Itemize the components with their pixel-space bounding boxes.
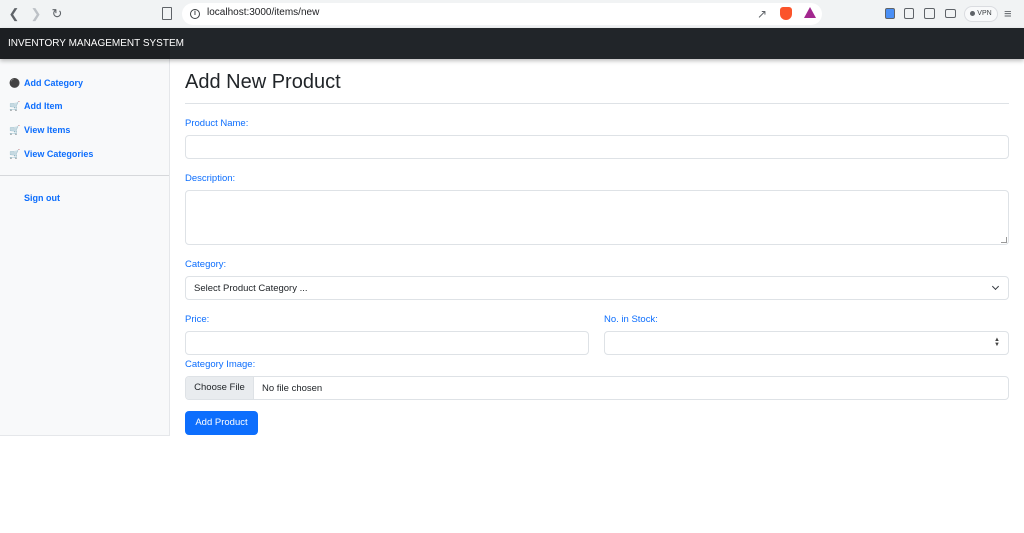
file-status-text: No file chosen — [262, 383, 323, 394]
cart-icon: 🛒 — [9, 101, 21, 111]
category-label: Category: — [185, 259, 227, 270]
description-label: Description: — [185, 173, 236, 184]
sidebar-item-view-categories[interactable]: 🛒 View Categories — [9, 147, 93, 161]
back-icon[interactable]: ❮ — [6, 6, 22, 22]
brand-area[interactable]: INVENTORY MANAGEMENT SYSTEM — [0, 28, 184, 59]
brave-shields-icon[interactable] — [780, 7, 792, 20]
vpn-status-icon — [970, 10, 976, 16]
forward-icon[interactable]: ❯ — [28, 6, 44, 22]
stock-label: No. in Stock: — [604, 314, 658, 325]
sidebar: ⚫ Add Category 🛒 Add Item 🛒 View Items 🛒… — [0, 59, 170, 436]
sign-out-label: Sign out — [24, 193, 60, 203]
chevron-down-icon — [991, 282, 1000, 291]
sign-out-link[interactable]: Sign out — [24, 191, 60, 205]
share-icon[interactable]: ↗ — [757, 7, 767, 21]
title-divider — [185, 103, 1009, 104]
image-file-input[interactable]: Choose File No file chosen — [185, 376, 1009, 400]
add-product-button[interactable]: Add Product — [185, 411, 258, 435]
sidebar-item-label: View Categories — [24, 149, 94, 159]
app-navbar: INVENTORY MANAGEMENT SYSTEM — [0, 28, 1024, 59]
extensions-icon[interactable] — [904, 8, 914, 19]
category-select-value: Select Product Category ... — [194, 283, 308, 294]
site-info-icon[interactable]: i — [190, 9, 200, 19]
bookmark-icon[interactable] — [162, 7, 172, 20]
category-select[interactable]: Select Product Category ... — [185, 276, 1009, 300]
brave-rewards-icon[interactable] — [804, 7, 816, 18]
menu-icon[interactable]: ≡ — [1004, 7, 1012, 20]
choose-file-button[interactable]: Choose File — [186, 377, 254, 399]
cart-icon: 🛒 — [9, 149, 21, 159]
browser-toolbar: ❮ ❯ ↻ i localhost:3000/items/new ↗ VPN ≡ — [0, 0, 1024, 28]
number-spinner-icon[interactable]: ▲ ▼ — [994, 337, 1000, 348]
wallet-extension-icon[interactable] — [885, 8, 895, 19]
product-name-input[interactable] — [185, 135, 1009, 159]
reload-icon[interactable]: ↻ — [49, 6, 65, 22]
price-input[interactable] — [185, 331, 589, 355]
vpn-button[interactable]: VPN — [964, 6, 998, 22]
sidebar-item-add-item[interactable]: 🛒 Add Item — [9, 99, 63, 113]
sidebar-item-add-category[interactable]: ⚫ Add Category — [9, 76, 83, 90]
page-title: Add New Product — [185, 71, 341, 93]
sidebar-item-label: Add Category — [24, 78, 84, 88]
cart-icon: 🛒 — [9, 125, 21, 135]
sidebar-toggle-icon[interactable] — [924, 8, 935, 19]
description-textarea[interactable] — [185, 190, 1009, 245]
product-name-label: Product Name: — [185, 118, 249, 129]
url-text[interactable]: localhost:3000/items/new — [207, 7, 319, 18]
sidebar-divider — [0, 175, 169, 176]
sidebar-item-label: View Items — [24, 125, 71, 135]
resize-handle-icon[interactable] — [1001, 237, 1007, 243]
address-bar[interactable]: i localhost:3000/items/new ↗ — [182, 3, 822, 25]
image-label: Category Image: — [185, 359, 256, 370]
brand-title[interactable]: INVENTORY MANAGEMENT SYSTEM — [8, 38, 184, 49]
vpn-label: VPN — [977, 10, 992, 17]
sidebar-item-label: Add Item — [24, 101, 63, 111]
wallet-icon[interactable] — [945, 9, 956, 18]
tag-icon: ⚫ — [9, 78, 21, 88]
stock-input[interactable]: ▲ ▼ — [604, 331, 1009, 355]
price-label: Price: — [185, 314, 210, 325]
sidebar-item-view-items[interactable]: 🛒 View Items — [9, 123, 70, 137]
